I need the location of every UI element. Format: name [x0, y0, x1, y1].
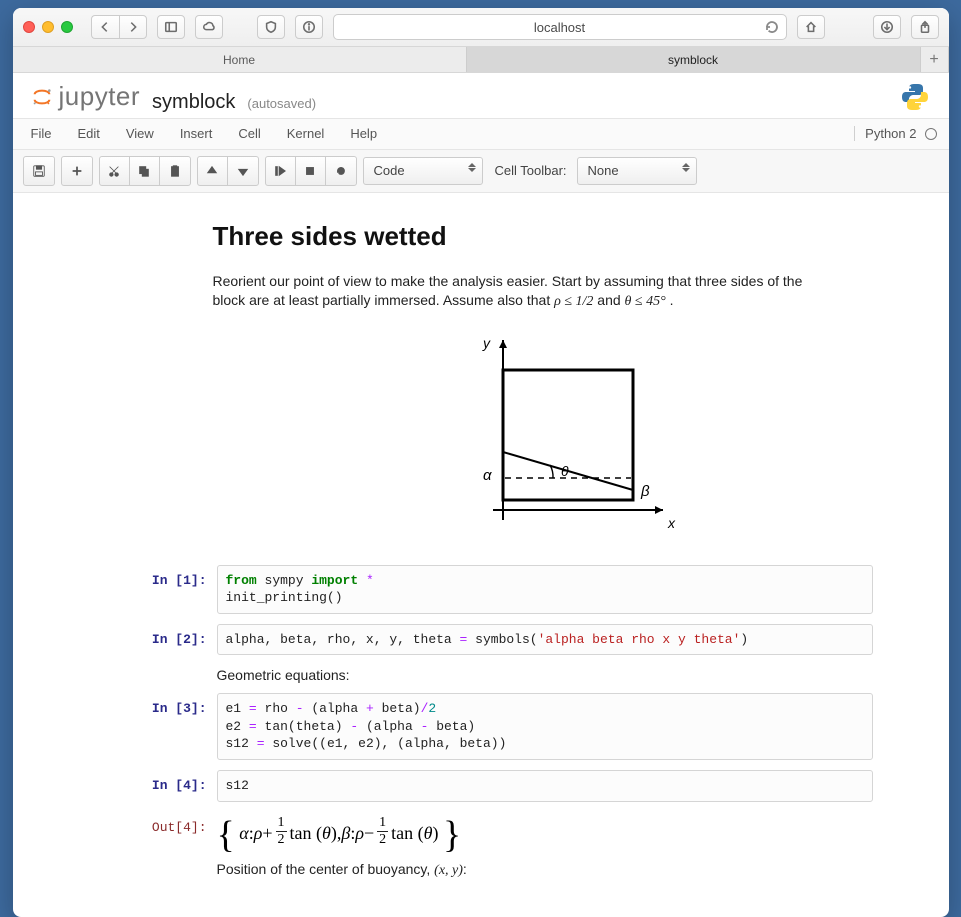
cell-type-select[interactable]: Code [363, 157, 483, 185]
menu-view[interactable]: View [126, 126, 154, 141]
close-window-button[interactable] [23, 21, 35, 33]
nav-back-button[interactable] [91, 15, 119, 39]
svg-text:α: α [483, 467, 492, 484]
jupyter-toolbar: Code Cell Toolbar: None [13, 150, 949, 193]
out-prompt-4: Out[4]: [133, 812, 217, 835]
markdown-geom: Geometric equations: [133, 665, 873, 683]
cell-toolbar-select[interactable]: None [577, 157, 697, 185]
browser-tab-symblock[interactable]: symblock [467, 47, 921, 72]
autosave-status: (autosaved) [247, 96, 316, 111]
insert-cell-button[interactable] [62, 157, 92, 185]
address-bar[interactable]: localhost [333, 14, 787, 40]
new-tab-button[interactable]: + [921, 47, 949, 72]
cell-toolbar-value: None [588, 163, 619, 178]
zoom-window-button[interactable] [61, 21, 73, 33]
run-button[interactable] [266, 157, 296, 185]
code-cell-3[interactable]: In [3]: e1 = rho - (alpha + beta)/2 e2 =… [133, 693, 873, 760]
home-button[interactable] [797, 15, 825, 39]
geometry-diagram: x y θ α β [383, 330, 683, 545]
downloads-button[interactable] [873, 15, 901, 39]
markdown-heading: Three sides wetted [213, 221, 853, 252]
kernel-idle-icon [925, 128, 937, 140]
copy-button[interactable] [130, 157, 160, 185]
python-logo-icon [899, 81, 931, 113]
code-input-3[interactable]: e1 = rho - (alpha + beta)/2 e2 = tan(the… [217, 693, 873, 760]
in-prompt-2: In [2]: [133, 624, 217, 647]
browser-window: localhost Home symblock + [13, 8, 949, 917]
output-math-4: { α : ρ + 12 tan (θ), β : ρ − 12 tan (θ)… [217, 812, 873, 849]
code-input-1[interactable]: from sympy import * init_printing() [217, 565, 873, 614]
window-controls [23, 21, 73, 33]
minimize-window-button[interactable] [42, 21, 54, 33]
reload-icon[interactable] [764, 19, 780, 38]
code-input-2[interactable]: alpha, beta, rho, x, y, theta = symbols(… [217, 624, 873, 656]
svg-text:y: y [482, 335, 491, 351]
pos-label: Position of the center of buoyancy, (x, … [217, 859, 873, 879]
menu-cell[interactable]: Cell [238, 126, 260, 141]
code-input-4[interactable]: s12 [217, 770, 873, 802]
kernel-name: Python 2 [865, 126, 916, 141]
move-down-button[interactable] [228, 157, 258, 185]
interrupt-button[interactable] [296, 157, 326, 185]
jupyter-header: jupyter symblock (autosaved) [13, 73, 949, 118]
svg-text:θ: θ [561, 463, 569, 479]
menu-edit[interactable]: Edit [77, 126, 99, 141]
markdown-paragraph-1: Reorient our point of view to make the a… [213, 272, 833, 312]
address-text: localhost [534, 20, 585, 35]
browser-tabs: Home symblock + [13, 46, 949, 72]
icloud-tabs-button[interactable] [195, 15, 223, 39]
notebook-title[interactable]: symblock [152, 91, 235, 114]
site-info-button[interactable] [295, 15, 323, 39]
menu-file[interactable]: File [31, 126, 52, 141]
jupyter-logo: jupyter [31, 81, 141, 112]
svg-text:x: x [667, 515, 676, 531]
code-cell-4[interactable]: In [4]: s12 [133, 770, 873, 802]
privacy-report-button[interactable] [257, 15, 285, 39]
browser-tab-home[interactable]: Home [13, 47, 467, 72]
code-cell-2[interactable]: In [2]: alpha, beta, rho, x, y, theta = … [133, 624, 873, 656]
browser-chrome: localhost Home symblock + [13, 8, 949, 73]
menu-kernel[interactable]: Kernel [287, 126, 325, 141]
move-up-button[interactable] [198, 157, 228, 185]
menu-help[interactable]: Help [350, 126, 377, 141]
code-cell-1[interactable]: In [1]: from sympy import * init_printin… [133, 565, 873, 614]
svg-text:β: β [640, 483, 650, 500]
geom-label: Geometric equations: [217, 665, 873, 683]
cut-button[interactable] [100, 157, 130, 185]
output-cell-4: Out[4]: { α : ρ + 12 tan (θ), β : ρ − 12… [133, 812, 873, 849]
cell-toolbar-label: Cell Toolbar: [495, 163, 567, 178]
sidebar-toggle-button[interactable] [157, 15, 185, 39]
restart-button[interactable] [326, 157, 356, 185]
nav-back-forward [91, 15, 147, 39]
share-button[interactable] [911, 15, 939, 39]
in-prompt-1: In [1]: [133, 565, 217, 588]
paste-button[interactable] [160, 157, 190, 185]
nav-forward-button[interactable] [119, 15, 147, 39]
kernel-indicator: Python 2 [854, 126, 936, 141]
notebook-body: Three sides wetted Reorient our point of… [13, 193, 949, 917]
save-button[interactable] [24, 157, 54, 185]
cell-type-value: Code [374, 163, 405, 178]
markdown-pos: Position of the center of buoyancy, (x, … [133, 859, 873, 879]
in-prompt-4: In [4]: [133, 770, 217, 793]
in-prompt-3: In [3]: [133, 693, 217, 716]
menu-insert[interactable]: Insert [180, 126, 213, 141]
jupyter-menubar: File Edit View Insert Cell Kernel Help P… [13, 118, 949, 150]
